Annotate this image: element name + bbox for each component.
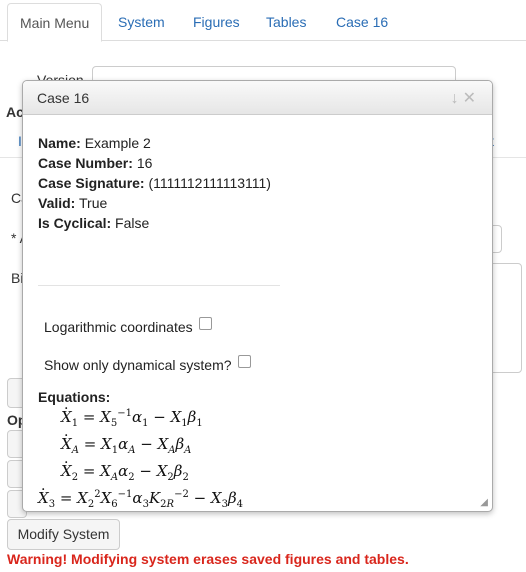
info-cyclical: Is Cyclical: False (38, 215, 150, 231)
dialog-title: Case 16 (37, 90, 90, 106)
tab-figures[interactable]: Figures (181, 3, 252, 41)
equations-heading: Equations: (38, 389, 111, 405)
show-dynamical-row: Show only dynamical system? (44, 355, 251, 373)
dialog-body: Name: Example 2 Case Number: 16 Case Sig… (23, 115, 492, 511)
info-name: Name: Example 2 (38, 135, 151, 151)
close-icon[interactable]: ✕ (463, 90, 480, 107)
dialog-header[interactable]: Case 16 ↓✕ (23, 81, 492, 115)
show-dynamical-checkbox[interactable] (237, 355, 251, 368)
warning-message: Warning! Modifying system erases saved f… (7, 551, 409, 567)
log-coords-label: Logarithmic coordinates (44, 319, 193, 335)
info-valid: Valid: True (38, 195, 108, 211)
log-coords-row: Logarithmic coordinates (44, 317, 212, 335)
info-case-signature: Case Signature: (1111112111113111) (38, 175, 271, 191)
tab-main-menu[interactable]: Main Menu (7, 3, 103, 42)
tab-case-16[interactable]: Case 16 (324, 3, 400, 41)
show-dynamical-label: Show only dynamical system? (44, 357, 232, 373)
info-case-number: Case Number: 16 (38, 155, 153, 171)
arrow-down-icon[interactable]: ↓ (451, 90, 463, 107)
equation-1: X1 = X5−1α1 − X1β1 (61, 397, 203, 429)
resize-grip-icon[interactable]: ◢ (480, 497, 488, 508)
equation-4: X3 = X22X6−1α3K2R−2 − X3β4 (38, 478, 243, 510)
case-dialog: Case 16 ↓✕ Name: Example 2 Case Number: … (22, 80, 493, 512)
log-coords-checkbox[interactable] (198, 317, 212, 330)
equation-2: XA = X1αA − XAβA (61, 424, 191, 456)
modify-system-button[interactable]: Modify System (7, 519, 120, 550)
dialog-divider (38, 285, 280, 286)
tab-system[interactable]: System (106, 3, 177, 41)
equation-3: X2 = XAα2 − X2β2 (61, 451, 189, 483)
tab-tables[interactable]: Tables (254, 3, 318, 41)
tab-bar: Main Menu System Figures Tables Case 16 (0, 0, 526, 42)
